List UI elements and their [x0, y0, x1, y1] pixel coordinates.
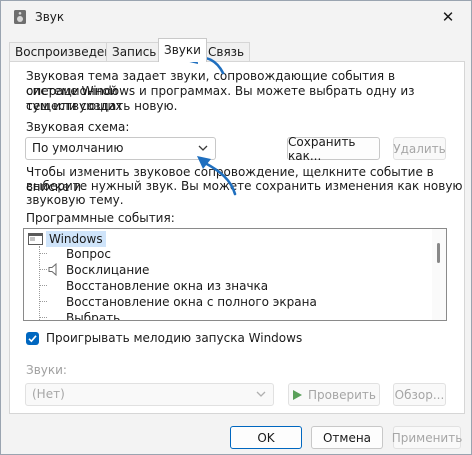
window-title: Звук [35, 10, 65, 24]
change-description-line-3: звуковую тему. [26, 193, 124, 207]
sound-file-select[interactable]: (Нет) [25, 383, 274, 406]
speaker-icon [48, 263, 57, 276]
sounds-label: Звуки: [26, 363, 67, 377]
tree-connector [39, 269, 47, 270]
list-item[interactable]: Восстановление окна с полного экрана [66, 294, 317, 310]
startup-sound-checkbox[interactable] [26, 332, 39, 345]
tab-sounds[interactable]: Звуки [158, 38, 207, 62]
tree-connector [39, 317, 47, 318]
list-item[interactable]: Вопрос [66, 246, 111, 262]
tree-connector-line [39, 246, 40, 320]
chevron-down-icon [198, 145, 208, 151]
chevron-down-icon [256, 391, 266, 397]
save-as-button[interactable]: Сохранить как... [287, 135, 380, 163]
apply-button[interactable]: Применить [392, 426, 462, 449]
scrollbar-thumb[interactable] [437, 243, 440, 263]
close-button[interactable]: ✕ [425, 1, 471, 33]
sound-scheme-value: По умолчанию [32, 141, 124, 155]
tab-communications[interactable]: Связь [202, 42, 251, 61]
tree-root-label: Windows [46, 231, 106, 247]
list-item[interactable]: Восклицание [66, 262, 149, 278]
close-icon: ✕ [441, 8, 455, 26]
tree-connector [39, 301, 47, 302]
window-folder-icon [28, 233, 43, 245]
test-button[interactable]: Проверить [288, 383, 380, 406]
delete-button[interactable]: Удалить [393, 137, 446, 160]
change-description-line-2: выберите нужный звук. Вы можете сохранит… [26, 179, 463, 193]
tab-strip: Воспроизведение Запись Звуки Связь [9, 38, 465, 62]
list-item[interactable]: Восстановление окна из значка [66, 278, 268, 294]
sound-scheme-label: Звуковая схема: [26, 120, 130, 134]
test-button-label: Проверить [308, 387, 376, 402]
tree-connector [39, 285, 47, 286]
sound-scheme-select[interactable]: По умолчанию [25, 137, 216, 160]
program-events-list[interactable]: Windows Вопрос Восклицание Восстановлени… [23, 228, 447, 321]
play-icon [293, 389, 303, 400]
tab-recording[interactable]: Запись [106, 42, 163, 61]
sound-file-value: (Нет) [32, 387, 65, 401]
cancel-button[interactable]: Отмена [311, 426, 383, 449]
checkmark-icon [28, 335, 37, 343]
tree-connector [39, 253, 47, 254]
list-item[interactable]: Выбрать [66, 310, 120, 320]
list-scrollbar[interactable] [432, 229, 446, 320]
sound-dialog: Звук ✕ Воспроизведение Запись Звуки Связ… [0, 0, 472, 455]
startup-sound-label[interactable]: Проигрывать мелодию запуска Windows [46, 331, 302, 346]
browse-button[interactable]: Обзор... [393, 383, 446, 406]
program-events-label: Программные события: [26, 211, 175, 225]
ok-button[interactable]: OK [230, 426, 302, 449]
speaker-app-icon [14, 10, 26, 24]
title-bar: Звук ✕ [1, 1, 471, 35]
theme-description-line-3: тем или создать новую. [26, 99, 178, 113]
